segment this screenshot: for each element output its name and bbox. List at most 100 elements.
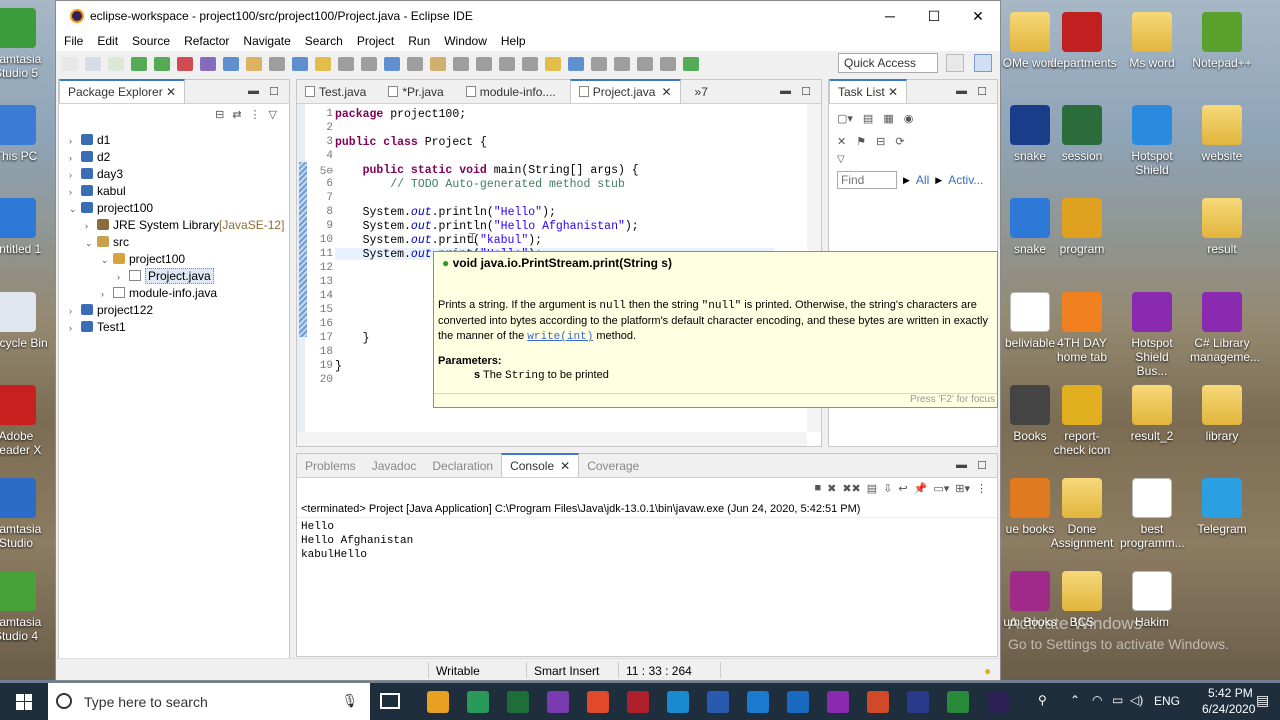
minimize-view-icon[interactable]: ▬ xyxy=(956,85,967,97)
tree-node[interactable]: › project122 xyxy=(59,302,289,319)
desktop-icon[interactable]: session xyxy=(1050,105,1114,163)
desktop-icon[interactable]: Camtasia Studio xyxy=(0,478,52,550)
toolbar-icon[interactable] xyxy=(154,57,170,71)
tree-node[interactable]: › Test1 xyxy=(59,319,289,336)
open-console-icon[interactable]: ⊞▾ xyxy=(955,482,970,500)
tab-declaration[interactable]: Declaration xyxy=(424,455,501,477)
tree-node[interactable]: ⌄ project100 xyxy=(59,200,289,217)
tab-javadoc[interactable]: Javadoc xyxy=(364,455,425,477)
code-line[interactable]: System.out.println("Hello Afghanistan"); xyxy=(335,220,639,233)
link-editor-icon[interactable]: ⇄ xyxy=(232,108,241,126)
taskbar-app-icon[interactable] xyxy=(827,691,849,713)
close-tab-icon[interactable]: ✕ xyxy=(661,85,671,99)
lightbulb-icon[interactable]: ● xyxy=(984,664,991,678)
toolbar-icon[interactable] xyxy=(591,57,607,71)
maximize-view-icon[interactable]: ☐ xyxy=(977,459,987,472)
toolbar-icon[interactable] xyxy=(62,57,78,71)
scheduled-icon[interactable]: ▦ xyxy=(883,112,893,125)
code-line[interactable]: } xyxy=(335,332,370,345)
code-line[interactable]: public static void main(String[] args) { xyxy=(335,164,639,177)
chevron-right-icon[interactable]: › xyxy=(69,184,79,201)
toolbar-icon[interactable] xyxy=(269,57,285,71)
desktop-icon[interactable]: Untitled 1 xyxy=(0,198,52,256)
all-link[interactable]: All xyxy=(916,173,929,187)
code-line[interactable]: public class Project { xyxy=(335,136,487,149)
desktop-icon[interactable]: website xyxy=(1190,105,1254,163)
toolbar-icon[interactable] xyxy=(614,57,630,71)
wifi-icon[interactable]: ◠ xyxy=(1092,693,1102,707)
categorize-icon[interactable]: ▤ xyxy=(863,112,873,125)
desktop-icon[interactable]: Camtasia Studio 5 xyxy=(0,8,52,80)
desktop-icon[interactable]: program xyxy=(1050,198,1114,256)
chevron-right-icon[interactable]: › xyxy=(69,320,79,337)
editor-tab[interactable]: *Pr.java xyxy=(380,81,451,103)
clear-console-icon[interactable]: ▤ xyxy=(867,482,877,500)
sync-icon[interactable]: ⟳ xyxy=(895,135,904,148)
maximize-view-icon[interactable]: ☐ xyxy=(269,85,279,98)
activate-link[interactable]: Activ... xyxy=(948,173,983,187)
desktop-icon[interactable]: 4TH DAY home tab xyxy=(1050,292,1114,364)
toolbar-icon[interactable] xyxy=(430,57,446,71)
clock-date[interactable]: 6/24/2020 xyxy=(1202,702,1255,716)
desktop-icon[interactable]: Notepad++ xyxy=(1190,12,1254,70)
toolbar-icon[interactable] xyxy=(453,57,469,71)
minimize-button[interactable]: ─ xyxy=(868,1,912,31)
task-view-menu-icon[interactable]: ▽ xyxy=(829,148,997,165)
toolbar-icon[interactable] xyxy=(246,57,262,71)
chevron-down-icon[interactable]: ⌄ xyxy=(85,235,95,252)
taskbar-app-icon[interactable] xyxy=(627,691,649,713)
toolbar-icon[interactable] xyxy=(568,57,584,71)
menu-run[interactable]: Run xyxy=(408,34,430,48)
menu-project[interactable]: Project xyxy=(357,34,394,48)
toolbar-icon[interactable] xyxy=(292,57,308,71)
desktop-icon[interactable]: best programm... xyxy=(1120,478,1185,550)
collapse-icon[interactable]: ⊟ xyxy=(876,135,885,148)
toolbar-icon[interactable] xyxy=(361,57,377,71)
menu-refactor[interactable]: Refactor xyxy=(184,34,229,48)
chevron-right-icon[interactable]: › xyxy=(69,133,79,150)
menu-help[interactable]: Help xyxy=(501,34,526,48)
taskbar-app-icon[interactable] xyxy=(747,691,769,713)
taskbar-app-icon[interactable] xyxy=(507,691,529,713)
group-icon[interactable]: ⚑ xyxy=(856,135,866,148)
chevron-right-icon[interactable]: › xyxy=(69,167,79,184)
toolbar-icon[interactable] xyxy=(223,57,239,71)
volume-icon[interactable]: ◁) xyxy=(1130,693,1143,707)
view-menu-icon[interactable]: ⋮ xyxy=(976,482,987,500)
desktop-icon[interactable]: This PC xyxy=(0,105,52,163)
taskbar-app-icon[interactable] xyxy=(707,691,729,713)
taskbar-search[interactable]: Type here to search 🎙 xyxy=(48,683,370,720)
editor-tab[interactable]: module-info.... xyxy=(458,81,564,103)
desktop-icon[interactable]: Telegram xyxy=(1190,478,1254,536)
java-perspective-icon[interactable] xyxy=(974,54,992,72)
taskbar-app-icon[interactable] xyxy=(907,691,929,713)
chevron-right-icon[interactable]: › xyxy=(69,303,79,320)
quick-access-input[interactable]: Quick Access xyxy=(838,53,938,73)
taskbar-app-icon[interactable] xyxy=(547,691,569,713)
desktop-icon[interactable]: result xyxy=(1190,198,1254,256)
taskbar-app-icon[interactable] xyxy=(987,691,1009,713)
maximize-view-icon[interactable]: ☐ xyxy=(977,85,987,98)
close-button[interactable]: ✕ xyxy=(956,1,1000,31)
new-task-icon[interactable]: ▢▾ xyxy=(837,112,853,125)
language-indicator[interactable]: ENG xyxy=(1154,694,1180,708)
chevron-right-icon[interactable]: › xyxy=(69,150,79,167)
toolbar-icon[interactable] xyxy=(407,57,423,71)
desktop-icon[interactable]: result_2 xyxy=(1120,385,1184,443)
editor-tab[interactable]: Test.java xyxy=(297,81,374,103)
menu-source[interactable]: Source xyxy=(132,34,170,48)
taskbar-app-icon[interactable] xyxy=(427,691,449,713)
clock-time[interactable]: 5:42 PM xyxy=(1208,686,1253,700)
hide-completed-icon[interactable]: ✕ xyxy=(837,135,846,148)
tab-package-explorer[interactable]: Package Explorer ✕ xyxy=(59,79,186,103)
code-line[interactable]: System.out.println("Hello"); xyxy=(335,206,556,219)
menu-navigate[interactable]: Navigate xyxy=(243,34,290,48)
tree-node[interactable]: ⌄ src xyxy=(59,234,289,251)
chevron-down-icon[interactable]: ⌄ xyxy=(69,201,79,218)
tab-task-list[interactable]: Task List ✕ xyxy=(829,79,908,103)
desktop-icon[interactable]: Hotspot Shield Bus... xyxy=(1120,292,1184,378)
display-console-icon[interactable]: ▭▾ xyxy=(933,482,949,500)
toolbar-icon[interactable] xyxy=(315,57,331,71)
minimize-view-icon[interactable]: ▬ xyxy=(248,85,259,97)
task-find-input[interactable] xyxy=(837,171,897,189)
